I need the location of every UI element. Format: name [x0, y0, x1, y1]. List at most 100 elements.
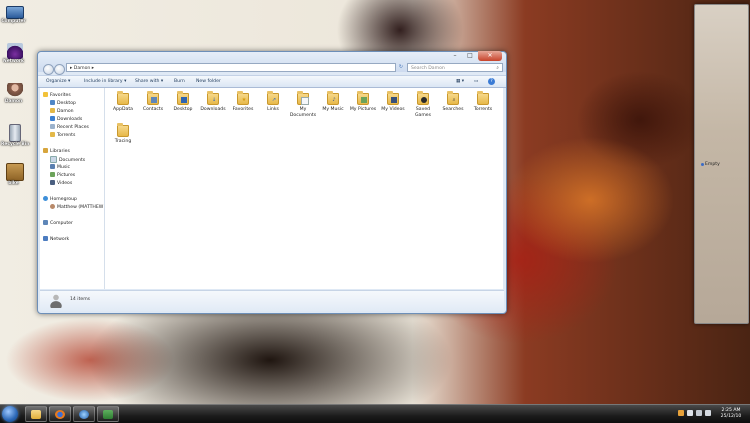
folder-icon — [147, 91, 159, 105]
nav-item-desktop[interactable]: Desktop — [50, 100, 76, 107]
back-button[interactable] — [43, 64, 54, 75]
file-item[interactable]: Saved Games — [408, 91, 438, 118]
chevron-right-icon: ▸ — [90, 66, 95, 71]
organize-button[interactable]: Organize ▾ — [46, 76, 70, 87]
folder-icon — [417, 91, 429, 105]
star-icon: ★ — [241, 97, 247, 103]
nav-item-videos[interactable]: Videos — [50, 180, 72, 187]
clock[interactable]: 2:25 AM 25/12/10 — [716, 408, 746, 419]
firefox-icon — [55, 410, 65, 419]
folder-icon — [117, 123, 129, 137]
tray-notification-icon[interactable] — [678, 410, 684, 416]
change-view-icon[interactable]: ▦ ▾ — [456, 76, 464, 87]
nav-item-damon[interactable]: Damon — [50, 108, 74, 115]
folder-icon: ♪ — [327, 91, 339, 105]
minimize-button[interactable]: – — [448, 51, 462, 61]
file-item[interactable]: Tracing — [108, 123, 138, 145]
include-in-library-button[interactable]: Include in library ▾ — [84, 76, 126, 87]
explorer-window[interactable]: – □ ✕ ▸ Damon ▸ ↻ Search Damon ⌕ Organiz… — [37, 51, 507, 314]
window-titlebar[interactable]: – □ ✕ ▸ Damon ▸ ↻ Search Damon ⌕ — [38, 51, 506, 75]
burn-button[interactable]: Burn — [174, 76, 185, 87]
nav-network[interactable]: Network — [43, 236, 69, 243]
preview-pane-icon[interactable]: ▭ — [474, 76, 478, 87]
desktop-icon-computer[interactable]: Computer — [1, 4, 26, 24]
file-item[interactable]: Desktop — [168, 91, 198, 113]
desktop-icon — [50, 100, 55, 105]
desktop-icon-damon[interactable]: Damon — [4, 83, 26, 104]
search-input[interactable]: Search Damon ⌕ — [407, 63, 503, 72]
file-item[interactable]: Contacts — [138, 91, 168, 113]
folder-icon — [477, 91, 489, 105]
slideshow-gadget[interactable]: Empty — [694, 4, 749, 324]
taskbar-explorer[interactable] — [25, 406, 47, 422]
search-placeholder: Search Damon — [411, 66, 445, 71]
breadcrumb[interactable]: Damon — [74, 66, 91, 71]
desktop-icon-label: Computer — [1, 19, 26, 24]
network-icon — [7, 43, 23, 59]
nav-computer[interactable]: Computer — [43, 220, 73, 227]
command-bar: Organize ▾ Include in library ▾ Share wi… — [38, 75, 506, 88]
network-icon[interactable] — [696, 410, 702, 416]
desktop-icon-network[interactable]: Network — [3, 43, 26, 64]
folder-icon — [387, 91, 399, 105]
library-icon — [43, 148, 48, 153]
nav-item-downloads[interactable]: Downloads — [50, 116, 82, 123]
desktop-icon-label: Network — [3, 59, 24, 64]
taskbar-app[interactable] — [97, 406, 119, 422]
file-list[interactable]: AppData Contacts Desktop ↓ Downloads ★ Fav… — [105, 88, 503, 289]
downloads-icon — [50, 116, 55, 121]
refresh-icon[interactable]: ↻ — [397, 63, 405, 72]
file-item[interactable]: My Documents — [288, 91, 318, 118]
folder-icon: ★ — [237, 91, 249, 105]
nav-item-recent-places[interactable]: Recent Places — [50, 124, 89, 131]
maximize-button[interactable]: □ — [463, 51, 477, 61]
document-icon — [301, 97, 309, 105]
address-bar[interactable]: ▸ Damon ▸ — [66, 63, 396, 72]
file-item[interactable]: ↗ Links — [258, 91, 288, 113]
folder-icon — [357, 91, 369, 105]
item-count: 14 items — [70, 297, 91, 302]
user-icon — [50, 204, 55, 209]
tray-flag-icon[interactable] — [687, 410, 693, 416]
desktop-icon — [181, 97, 187, 103]
music-icon — [50, 164, 55, 169]
desktop-icon-bike[interactable]: bike — [4, 163, 26, 186]
taskbar-media-player[interactable] — [73, 406, 95, 422]
contacts-icon — [151, 97, 157, 103]
close-button[interactable]: ✕ — [478, 51, 502, 61]
music-icon: ♪ — [332, 97, 336, 103]
file-item[interactable]: ★ Favorites — [228, 91, 258, 113]
file-item[interactable]: Torrents — [468, 91, 498, 113]
nav-homegroup[interactable]: Homegroup — [43, 196, 77, 203]
nav-item-torrents[interactable]: Torrents — [50, 132, 75, 139]
nav-libraries[interactable]: Libraries — [43, 148, 70, 155]
file-item[interactable]: ↓ Downloads — [198, 91, 228, 113]
nav-item-documents[interactable]: Documents — [50, 156, 85, 163]
file-item[interactable]: ♪ My Music — [318, 91, 348, 113]
volume-icon[interactable] — [705, 410, 711, 416]
help-icon[interactable]: ? — [488, 78, 495, 85]
nav-item-pictures[interactable]: Pictures — [50, 172, 75, 179]
desktop-icon-label: bike — [8, 181, 19, 186]
nav-favorites[interactable]: Favorites — [43, 92, 71, 99]
forward-button[interactable] — [54, 64, 65, 75]
pictures-icon — [50, 172, 55, 177]
nav-item-music[interactable]: Music — [50, 164, 70, 171]
folder-icon — [297, 91, 309, 105]
computer-icon — [43, 220, 48, 225]
file-item[interactable]: My Pictures — [348, 91, 378, 113]
share-with-button[interactable]: Share with ▾ — [135, 76, 163, 87]
nav-item-homegroup-user[interactable]: Matthew (MATTHEW — [50, 204, 103, 211]
file-item[interactable]: AppData — [108, 91, 138, 113]
file-item[interactable]: ⌕ Searches — [438, 91, 468, 113]
start-button[interactable] — [2, 406, 18, 422]
desktop-icon-recycle-bin[interactable]: Recycle Bin — [1, 124, 29, 147]
new-folder-button[interactable]: New folder — [196, 76, 221, 87]
folder-icon: ⌕ — [447, 91, 459, 105]
videos-icon — [50, 180, 55, 185]
file-item[interactable]: My Videos — [378, 91, 408, 113]
folder-icon — [117, 91, 129, 105]
folder-icon — [50, 132, 55, 137]
user-folder-icon — [7, 83, 23, 99]
taskbar-firefox[interactable] — [49, 406, 71, 422]
